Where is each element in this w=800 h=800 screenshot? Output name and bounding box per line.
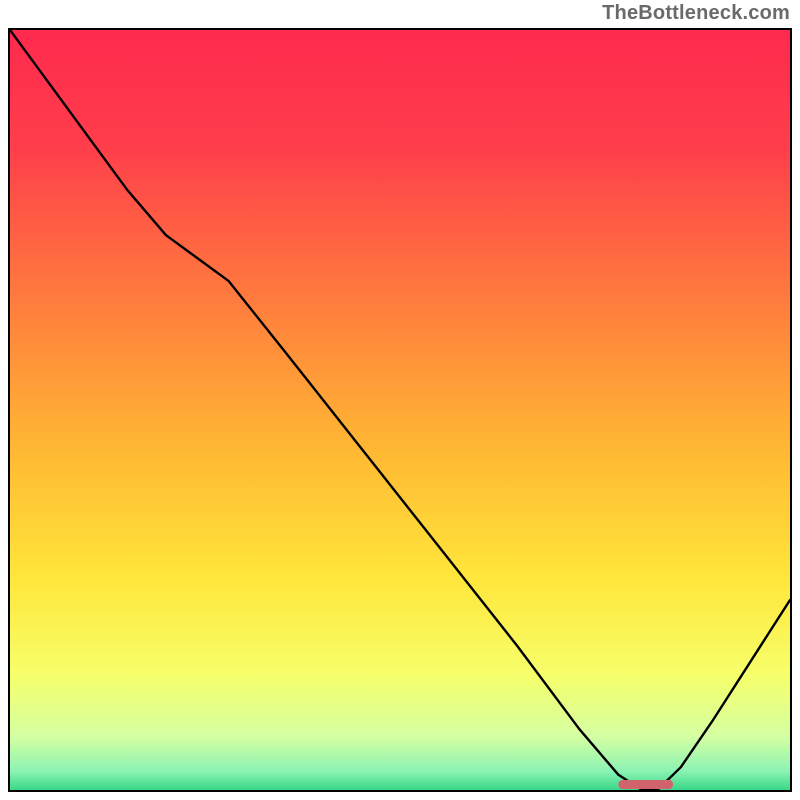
watermark-text: TheBottleneck.com [602, 2, 790, 25]
valley-marker [618, 780, 673, 789]
chart-background [10, 30, 790, 790]
chart-svg [10, 30, 790, 790]
chart-frame [8, 28, 792, 792]
